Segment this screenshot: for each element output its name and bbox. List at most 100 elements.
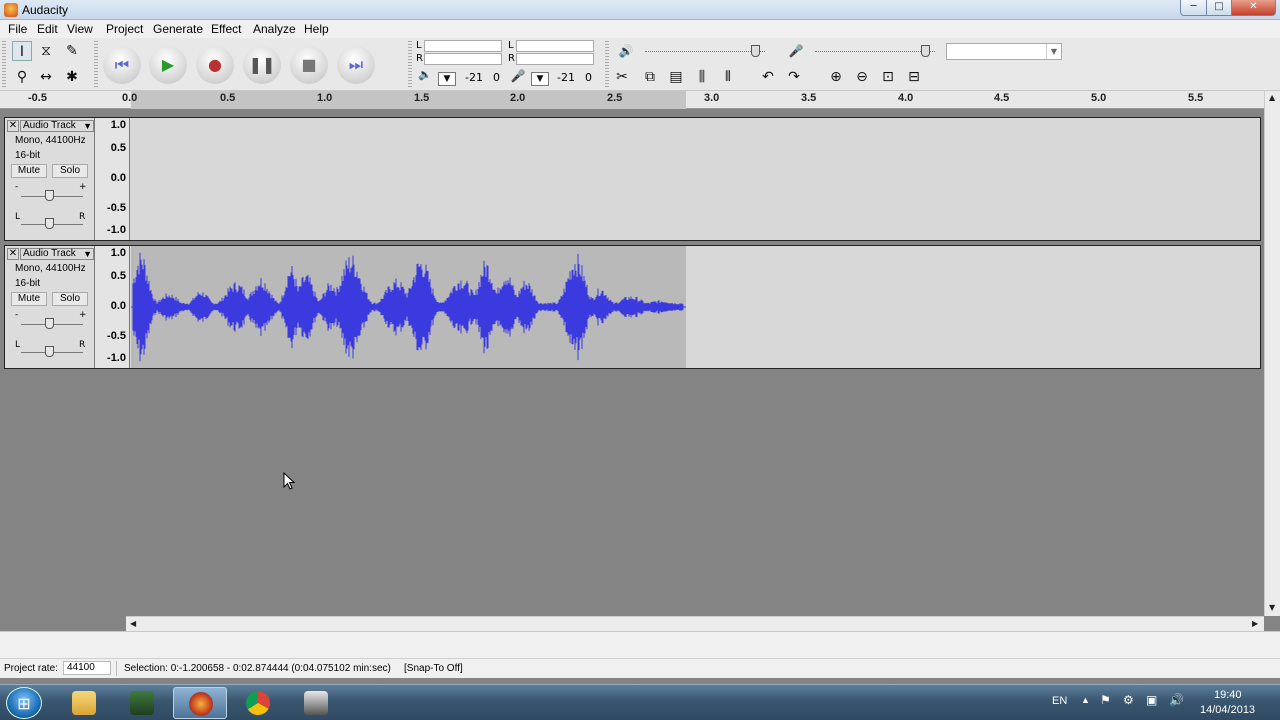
scroll-down-icon[interactable]: ▼ bbox=[1269, 603, 1275, 612]
silence-icon[interactable]: ⫴ bbox=[718, 67, 738, 87]
start-button[interactable]: ⊞ bbox=[6, 687, 42, 719]
menu-help[interactable]: Help bbox=[304, 22, 329, 36]
clock-time[interactable]: 19:40 bbox=[1214, 689, 1242, 701]
menu-view[interactable]: View bbox=[67, 22, 93, 36]
game-icon bbox=[130, 691, 154, 715]
record-meter-left[interactable] bbox=[516, 40, 594, 52]
toolbar-grip[interactable] bbox=[94, 41, 98, 87]
record-meter-right[interactable] bbox=[516, 53, 594, 65]
camera-icon bbox=[304, 691, 328, 715]
draw-tool-icon[interactable]: ✎ bbox=[62, 41, 82, 61]
project-rate-select[interactable]: 44100 bbox=[63, 661, 111, 675]
output-volume-slider[interactable] bbox=[645, 51, 765, 52]
pan-slider-thumb[interactable] bbox=[45, 218, 54, 229]
track-name-menu[interactable]: Audio Track ▼ bbox=[20, 248, 94, 260]
rec-meter-left-label: L bbox=[508, 40, 514, 51]
playback-meter-dropdown[interactable]: ▼ bbox=[438, 72, 456, 86]
menu-effect[interactable]: Effect bbox=[211, 22, 241, 36]
undo-icon[interactable]: ↶ bbox=[758, 67, 778, 87]
fit-project-icon[interactable]: ⊟ bbox=[904, 67, 924, 87]
track-close-icon[interactable]: ✕ bbox=[7, 120, 19, 132]
waveform-area[interactable] bbox=[131, 246, 1260, 368]
status-divider bbox=[116, 661, 117, 676]
envelope-tool-icon[interactable]: ⧖ bbox=[36, 41, 56, 61]
scroll-left-icon[interactable]: ◀ bbox=[130, 619, 136, 628]
playback-meter-left[interactable] bbox=[424, 40, 502, 52]
output-volume-thumb[interactable] bbox=[751, 45, 760, 57]
input-volume-slider[interactable] bbox=[815, 51, 935, 52]
redo-icon[interactable]: ↷ bbox=[784, 67, 804, 87]
minimize-button[interactable]: ─ bbox=[1180, 0, 1207, 16]
amplitude-tick: 0.0 bbox=[110, 300, 126, 312]
mute-button[interactable]: Mute bbox=[11, 292, 47, 306]
pause-button[interactable]: ❚❚ bbox=[243, 46, 281, 84]
toolbar-grip[interactable] bbox=[605, 41, 609, 87]
audio-track-1[interactable]: ✕ Audio Track ▼ Mono, 44100Hz 16-bit Mute… bbox=[4, 117, 1261, 241]
gain-slider-thumb[interactable] bbox=[45, 190, 54, 201]
solo-button[interactable]: Solo bbox=[52, 164, 88, 178]
maximize-button[interactable]: □ bbox=[1206, 0, 1232, 16]
scroll-right-icon[interactable]: ▶ bbox=[1252, 619, 1258, 628]
cut-icon[interactable]: ✂ bbox=[612, 67, 632, 87]
menu-project[interactable]: Project bbox=[106, 22, 143, 36]
windows-logo-icon: ⊞ bbox=[17, 694, 31, 713]
selection-tool-icon[interactable]: I bbox=[12, 41, 32, 61]
audio-track-2[interactable]: ✕ Audio Track ▼ Mono, 44100Hz 16-bit Mute… bbox=[4, 245, 1261, 369]
taskbar-bf-game[interactable] bbox=[115, 687, 169, 719]
menu-edit[interactable]: Edit bbox=[37, 22, 58, 36]
play-button[interactable]: ▶ bbox=[149, 46, 187, 84]
fit-selection-icon[interactable]: ⊡ bbox=[878, 67, 898, 87]
stop-button[interactable]: ■ bbox=[290, 46, 328, 84]
zoom-in-icon[interactable]: ⊕ bbox=[826, 67, 846, 87]
ruler-tick: 2.5 bbox=[607, 92, 623, 104]
gain-slider-thumb[interactable] bbox=[45, 318, 54, 329]
track-name-menu[interactable]: Audio Track ▼ bbox=[20, 120, 94, 132]
record-meter-dropdown[interactable]: ▼ bbox=[531, 72, 549, 86]
taskbar-hypercam[interactable] bbox=[289, 687, 343, 719]
language-indicator[interactable]: EN bbox=[1052, 695, 1067, 707]
menu-file[interactable]: File bbox=[8, 22, 27, 36]
taskbar-chrome[interactable] bbox=[231, 687, 285, 719]
tracks-panel[interactable]: ✕ Audio Track ▼ Mono, 44100Hz 16-bit Mute… bbox=[0, 110, 1264, 616]
pan-slider-thumb[interactable] bbox=[45, 346, 54, 357]
close-button[interactable]: ✕ bbox=[1231, 0, 1276, 16]
stop-icon: ■ bbox=[301, 55, 317, 74]
vertical-scrollbar[interactable]: ▲ ▼ bbox=[1264, 91, 1280, 616]
paste-icon[interactable]: ▤ bbox=[666, 67, 686, 87]
menu-generate[interactable]: Generate bbox=[153, 22, 203, 36]
copy-icon[interactable]: ⧉ bbox=[640, 67, 660, 87]
taskbar-explorer[interactable] bbox=[57, 687, 111, 719]
waveform-area-empty[interactable] bbox=[131, 118, 1260, 240]
zoom-out-icon[interactable]: ⊖ bbox=[852, 67, 872, 87]
toolbar-grip[interactable] bbox=[2, 41, 6, 87]
timeline-ruler[interactable]: -0.5 0.0 0.5 1.0 1.5 2.0 2.5 3.0 3.5 4.0… bbox=[0, 91, 1264, 109]
trim-icon[interactable]: ⫼ bbox=[692, 67, 712, 87]
multi-tool-icon[interactable]: ✱ bbox=[62, 67, 82, 87]
playback-meter-right[interactable] bbox=[424, 53, 502, 65]
zoom-tool-icon[interactable]: ⚲ bbox=[12, 67, 32, 87]
scroll-up-icon[interactable]: ▲ bbox=[1269, 93, 1275, 102]
headphones-icon bbox=[189, 692, 213, 716]
solo-button[interactable]: Solo bbox=[52, 292, 88, 306]
input-volume-thumb[interactable] bbox=[921, 45, 930, 57]
volume-icon[interactable]: 🔊 bbox=[1169, 693, 1184, 707]
rec-scale-min: -21 bbox=[557, 71, 575, 84]
action-center-icon[interactable]: ⚑ bbox=[1100, 693, 1111, 707]
network-icon[interactable]: ▣ bbox=[1146, 693, 1157, 707]
toolbar-grip[interactable] bbox=[408, 41, 412, 87]
skip-start-button[interactable]: ⏮ bbox=[103, 46, 141, 84]
clock-date[interactable]: 14/04/2013 bbox=[1200, 704, 1255, 716]
horizontal-scrollbar[interactable]: ◀ ▶ bbox=[126, 616, 1264, 631]
menu-analyze[interactable]: Analyze bbox=[253, 22, 296, 36]
taskbar-audacity[interactable] bbox=[173, 687, 227, 719]
play-icon: ▶ bbox=[161, 55, 175, 74]
record-button[interactable]: ● bbox=[196, 46, 234, 84]
show-hidden-icons[interactable]: ▲ bbox=[1081, 695, 1090, 705]
input-source-select[interactable]: ▼ bbox=[946, 43, 1062, 60]
mute-button[interactable]: Mute bbox=[11, 164, 47, 178]
skip-end-button[interactable]: ⏭ bbox=[337, 46, 375, 84]
track-close-icon[interactable]: ✕ bbox=[7, 248, 19, 260]
steam-icon[interactable]: ⚙ bbox=[1123, 693, 1134, 707]
timeshift-tool-icon[interactable]: ↔ bbox=[36, 67, 56, 87]
chevron-down-icon: ▼ bbox=[83, 249, 92, 259]
